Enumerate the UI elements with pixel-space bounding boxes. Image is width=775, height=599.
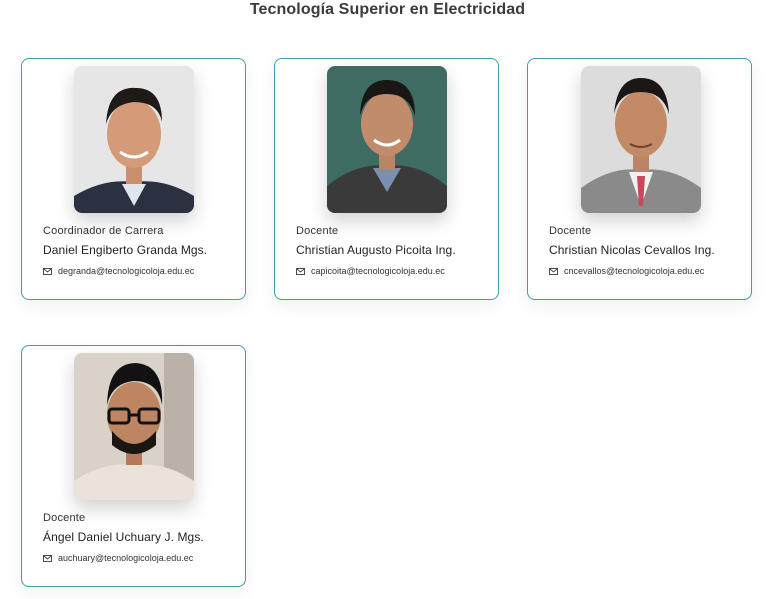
staff-email[interactable]: degranda@tecnologicoloja.edu.ec	[58, 266, 194, 276]
staff-email-row[interactable]: cncevallos@tecnologicoloja.edu.ec	[549, 266, 704, 276]
staff-name: Daniel Engiberto Granda Mgs.	[43, 243, 208, 257]
staff-email[interactable]: cncevallos@tecnologicoloja.edu.ec	[564, 266, 704, 276]
staff-role: Docente	[296, 225, 339, 237]
staff-email-row[interactable]: auchuary@tecnologicoloja.edu.ec	[43, 553, 193, 563]
envelope-icon	[296, 267, 305, 275]
staff-photo	[327, 66, 447, 213]
staff-photo	[74, 66, 194, 213]
envelope-icon	[43, 554, 52, 562]
staff-card: Docente Christian Nicolas Cevallos Ing. …	[527, 58, 752, 300]
staff-name: Ángel Daniel Uchuary J. Mgs.	[43, 530, 204, 544]
staff-email-row[interactable]: capicoita@tecnologicoloja.edu.ec	[296, 266, 445, 276]
envelope-icon	[43, 267, 52, 275]
staff-card: Coordinador de Carrera Daniel Engiberto …	[21, 58, 246, 300]
staff-card: Docente Ángel Daniel Uchuary J. Mgs. auc…	[21, 345, 246, 587]
page-title: Tecnología Superior en Electricidad	[249, 1, 526, 18]
staff-email[interactable]: auchuary@tecnologicoloja.edu.ec	[58, 553, 193, 563]
staff-role: Coordinador de Carrera	[43, 225, 164, 237]
staff-photo	[581, 66, 701, 213]
staff-email[interactable]: capicoita@tecnologicoloja.edu.ec	[311, 266, 445, 276]
staff-name: Christian Augusto Picoita Ing.	[296, 243, 456, 257]
staff-card: Docente Christian Augusto Picoita Ing. c…	[274, 58, 499, 300]
staff-name: Christian Nicolas Cevallos Ing.	[549, 243, 715, 257]
staff-email-row[interactable]: degranda@tecnologicoloja.edu.ec	[43, 266, 194, 276]
staff-role: Docente	[549, 225, 592, 237]
envelope-icon	[549, 267, 558, 275]
staff-role: Docente	[43, 512, 86, 524]
staff-photo	[74, 353, 194, 500]
